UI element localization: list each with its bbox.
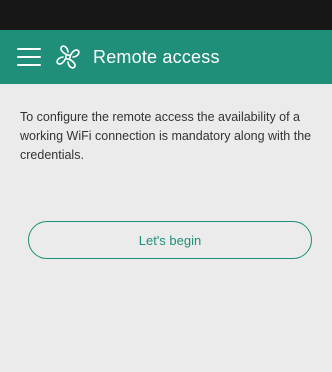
lets-begin-button[interactable]: Let's begin (28, 221, 312, 259)
menu-line-icon (17, 64, 41, 66)
screen: Remote access To configure the remote ac… (0, 0, 332, 372)
status-bar (0, 0, 332, 30)
main-content: To configure the remote access the avail… (0, 84, 332, 372)
menu-line-icon (17, 56, 41, 58)
remote-access-description: To configure the remote access the avail… (20, 110, 312, 162)
page-title: Remote access (93, 47, 220, 67)
hamburger-menu-icon[interactable] (17, 47, 41, 67)
app-bar: Remote access (0, 30, 332, 84)
menu-line-icon (17, 48, 41, 50)
fan-logo-icon (56, 45, 80, 69)
